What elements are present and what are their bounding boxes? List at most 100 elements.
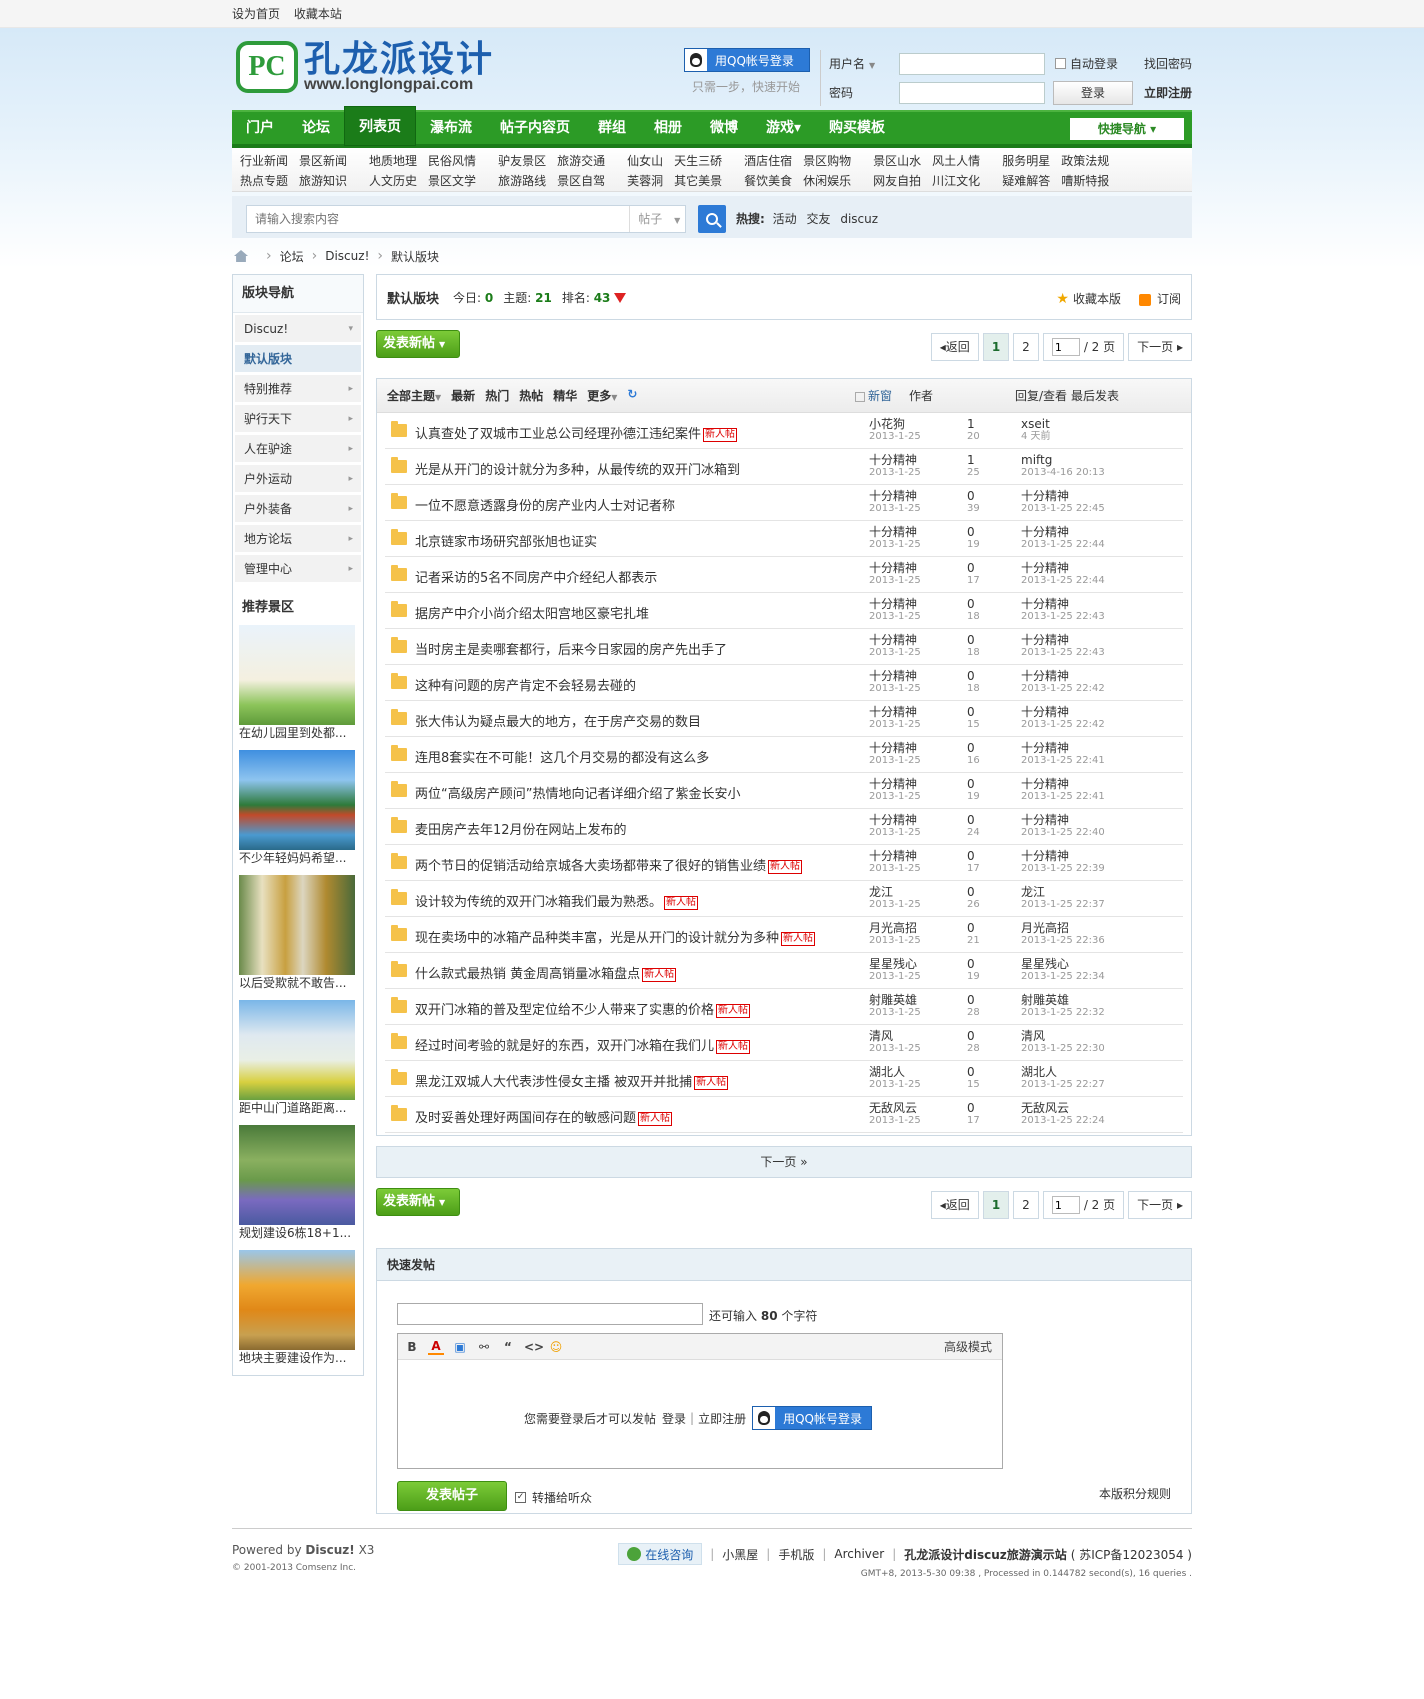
editor-register-link[interactable]: 立即注册 [698,1410,746,1427]
subnav-link[interactable]: 景区自驾 [557,172,605,192]
register-link[interactable]: 立即注册 [1144,84,1192,101]
qq-login-button[interactable]: 用QQ帐号登录 [752,1406,873,1430]
last-post-user[interactable]: 十分精神 [1021,526,1069,538]
thread-author[interactable]: 十分精神 [869,706,917,718]
refresh-icon[interactable]: ↻ [627,387,637,404]
auto-login-checkbox[interactable] [1055,58,1066,69]
new-post-button[interactable]: 发表新帖 ▼ [376,330,460,358]
thread-author[interactable]: 十分精神 [869,850,917,862]
subnav-link[interactable]: 川江文化 [932,172,980,192]
credit-rules-link[interactable]: 本版积分规则 [1099,1485,1171,1502]
thread-title[interactable]: 两个节日的促销活动给京城各大卖场都带来了很好的销售业绩 新人帖 [415,855,803,874]
next-page-button[interactable]: 下一页 ▸ [1128,333,1192,361]
bookmark-link[interactable]: 收藏本站 [294,7,342,21]
quick-nav-button[interactable]: 快捷导航 ▾ [1070,118,1184,140]
favorite-forum-button[interactable]: ★ 收藏本版 [1056,290,1121,307]
thread-author[interactable]: 十分精神 [869,634,917,646]
font-color-icon[interactable]: A [428,1339,444,1355]
thread-author[interactable]: 星星残心 [869,958,917,970]
thread-title[interactable]: 及时妥善处理好两国间存在的敏感问题 新人帖 [415,1107,673,1126]
thread-title[interactable]: 设计较为传统的双开门冰箱我们最为熟悉。 新人帖 [415,891,699,910]
tab-latest[interactable]: 最新 [451,387,475,404]
thread-title[interactable]: 记者采访的5名不同房产中介经纪人都表示 [415,567,657,586]
sidebar-item-outdoor[interactable]: 户外运动 ▸ [235,465,361,493]
qq-login-button[interactable]: 用QQ帐号登录 [684,48,810,72]
last-post-user[interactable]: 射雕英雄 [1021,994,1069,1006]
sidebar-item-default[interactable]: 默认版块 [235,345,361,373]
breadcrumb-item[interactable]: Discuz! [325,249,369,263]
code-icon[interactable]: <> [524,1340,544,1354]
subnav-link[interactable]: 网友自拍 [873,172,921,192]
find-password-link[interactable]: 找回密码 [1144,55,1192,72]
thread-title[interactable]: 一位不愿意透露身份的房产业内人士对记者称 [415,495,675,514]
last-post-user[interactable]: 十分精神 [1021,490,1069,502]
thread-title[interactable]: 北京链家市场研究部张旭也证实 [415,531,597,550]
tab-more[interactable]: 更多▼ [587,387,617,404]
page-jump-input[interactable] [1051,1196,1080,1214]
thread-author[interactable]: 十分精神 [869,526,917,538]
thread-author[interactable]: 十分精神 [869,670,917,682]
subnav-link[interactable]: 景区新闻 [299,152,347,172]
tab-popular[interactable]: 热门 [485,387,509,404]
recommended-item[interactable]: 不少年轻妈妈希望... [239,750,357,866]
footer-site-name[interactable]: 孔龙派设计discuz旅游演示站 [904,1546,1067,1563]
last-post-user[interactable]: 十分精神 [1021,562,1069,574]
thread-title[interactable]: 黑龙江双城人大代表涉性侵女主播 被双开并批捕 新人帖 [415,1071,729,1090]
sync-checkbox[interactable]: ✓ [515,1492,526,1503]
page-jump-input[interactable] [1051,338,1080,356]
subnav-link[interactable]: 服务明星 [1002,152,1050,172]
subnav-link[interactable]: 地质地理 [369,152,417,172]
submit-post-button[interactable]: 发表帖子 [397,1481,507,1511]
footer-link-blacklist[interactable]: 小黑屋 [722,1546,758,1563]
thread-author[interactable]: 十分精神 [869,454,917,466]
thread-author[interactable]: 小花狗 [869,418,905,430]
recommended-item[interactable]: 在幼儿园里到处都... [239,625,357,741]
subnav-link[interactable]: 景区文学 [428,172,476,192]
sidebar-item-on-road[interactable]: 人在驴途 ▸ [235,435,361,463]
thread-author[interactable]: 十分精神 [869,814,917,826]
last-post-user[interactable]: 无敌风云 [1021,1102,1069,1114]
image-icon[interactable]: ▣ [452,1340,468,1354]
thread-author[interactable]: 月光高招 [869,922,917,934]
subnav-link[interactable]: 旅游知识 [299,172,347,192]
thread-title[interactable]: 经过时间考验的就是好的东西，双开门冰箱在我们儿 新人帖 [415,1035,751,1054]
sync-option[interactable]: ✓ 转播给听众 [515,1489,592,1506]
password-input[interactable] [899,81,1045,104]
subnav-link[interactable]: 景区山水 [873,152,921,172]
thread-title[interactable]: 这种有问题的房产肯定不会轻易去碰的 [415,675,636,694]
last-post-user[interactable]: 十分精神 [1021,742,1069,754]
last-post-user[interactable]: 十分精神 [1021,598,1069,610]
tab-hot[interactable]: 热帖 [519,387,543,404]
username-type-select[interactable]: 用户名 ▼ [829,55,899,72]
thread-title[interactable]: 光是从开门的设计就分为多种，从最传统的双开门冰箱到 [415,459,740,478]
tab-all[interactable]: 全部主题▼ [387,387,441,404]
online-consult-button[interactable]: 在线咨询 [618,1543,703,1565]
nav-album[interactable]: 相册 [640,112,696,144]
footer-icp[interactable]: ( 苏ICP备12023054 ) [1071,1546,1192,1563]
subnav-link[interactable]: 政策法规 [1061,152,1109,172]
search-input[interactable] [247,212,630,226]
breadcrumb-item[interactable]: 论坛 [280,248,304,265]
subnav-link[interactable]: 旅游交通 [557,152,605,172]
nav-portal[interactable]: 门户 [232,112,288,144]
thread-title[interactable]: 两位“高级房产顾问”热情地向记者详细介绍了紫金长安小 [415,783,740,802]
subnav-link[interactable]: 人文历史 [369,172,417,192]
breadcrumb-item[interactable]: 默认版块 [391,248,439,265]
sidebar-item-local[interactable]: 地方论坛 ▸ [235,525,361,553]
nav-buy-template[interactable]: 购买模板 [815,112,899,144]
editor-login-link[interactable]: 登录 [662,1410,686,1427]
subnav-link[interactable]: 仙女山 [627,152,663,172]
page-2[interactable]: 2 [1013,333,1039,361]
subnav-link[interactable]: 其它美景 [674,172,722,192]
subnav-link[interactable]: 酒店住宿 [744,152,792,172]
set-home-link[interactable]: 设为首页 [232,7,280,21]
thread-title[interactable]: 认真查处了双城市工业总公司经理孙德江违纪案件 新人帖 [415,423,738,442]
search-type-select[interactable]: 帖子 ▼ [629,206,685,232]
thread-title[interactable]: 连甩8套实在不可能！这几个月交易的都没有这么多 [415,747,709,766]
load-more-link[interactable]: 下一页 » [376,1146,1192,1178]
thread-author[interactable]: 十分精神 [869,598,917,610]
thread-author[interactable]: 无敌风云 [869,1102,917,1114]
last-post-user[interactable]: 清风 [1021,1030,1045,1042]
last-post-user[interactable]: miftg [1021,454,1052,466]
thread-author[interactable]: 湖北人 [869,1066,905,1078]
